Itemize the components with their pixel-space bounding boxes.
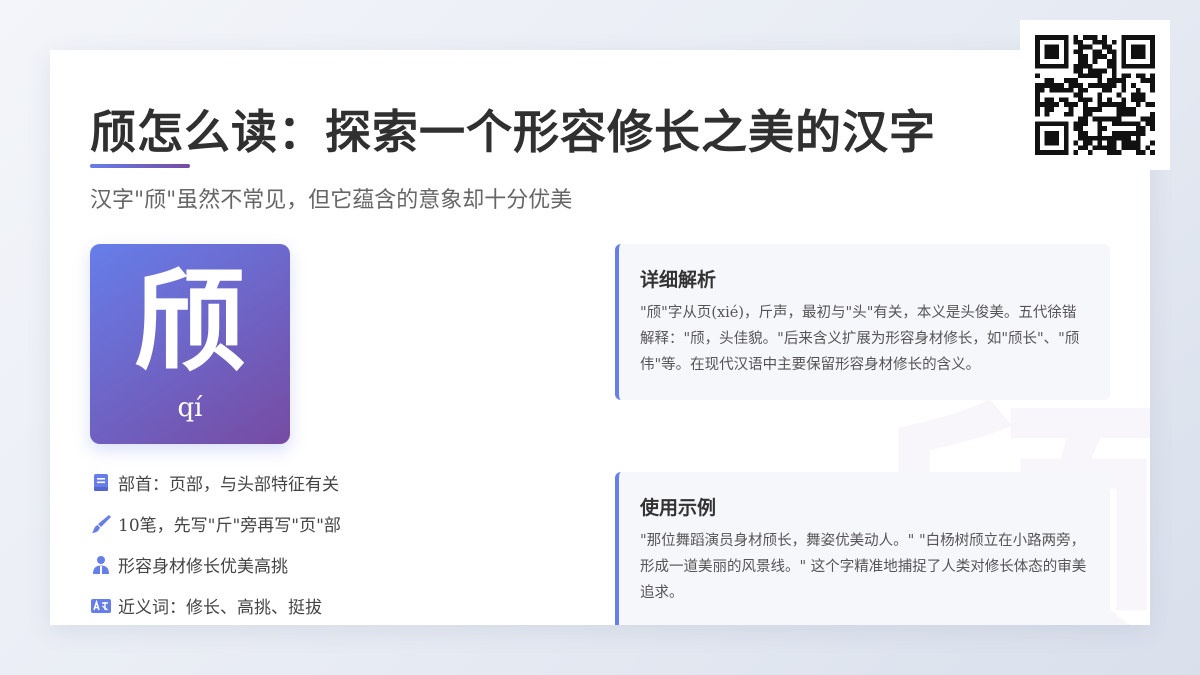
translate-icon [91,598,111,613]
detail-analysis-box: 详细解析 "颀"字从页(xié)，斤声，最初与"头"有关，本义是头俊美。五代徐锴… [615,244,1110,400]
character-tile: 颀 qí [90,244,290,444]
feature-item-strokes: 10笔，先写"斤"旁再写"页"部 [90,503,560,544]
brush-icon [92,514,111,533]
section-body: "那位舞蹈演员身材颀长，舞姿优美动人。" "白杨树颀立在小路两旁，形成一道美丽的… [640,533,1087,601]
section-body: "颀"字从页(xié)，斤声，最初与"头"有关，本义是头俊美。五代徐锴解释："颀… [640,305,1080,373]
page-subtitle: 汉字"颀"虽然不常见，但它蕴含的意象却十分优美 [90,188,573,213]
usage-examples-box: 使用示例 "那位舞蹈演员身材颀长，舞姿优美动人。" "白杨树颀立在小路两旁，形成… [615,472,1110,625]
character-glyph: 颀 [134,256,246,387]
feature-text: 部首：页部，与头部特征有关 [118,475,339,495]
feature-list: 部首：页部，与头部特征有关 10笔，先写"斤"旁再写"页"部 形容身材修长优美高… [90,462,560,625]
book-icon [94,473,108,491]
page-title: 颀怎么读：探索一个形容修长之美的汉字 [90,105,936,159]
qr-code-icon [1035,35,1155,155]
feature-text: 形容身材修长优美高挑 [118,557,288,577]
feature-item-radical: 部首：页部，与头部特征有关 [90,462,560,503]
character-pinyin: qí [177,393,203,423]
feature-text: 10笔，先写"斤"旁再写"页"部 [118,516,341,536]
person-icon [93,555,109,574]
title-underline [90,164,190,168]
qr-code [1020,20,1170,170]
section-heading: 详细解析 [640,269,717,291]
feature-text: 近义词：修长、高挑、挺拔 [118,598,322,618]
slide-card: 颀 颀怎么读：探索一个形容修长之美的汉字 汉字"颀"虽然不常见，但它蕴含的意象却… [50,50,1150,625]
section-heading: 使用示例 [640,497,717,519]
feature-item-synonyms: 近义词：修长、高挑、挺拔 [90,585,560,625]
feature-item-meaning: 形容身材修长优美高挑 [90,544,560,585]
